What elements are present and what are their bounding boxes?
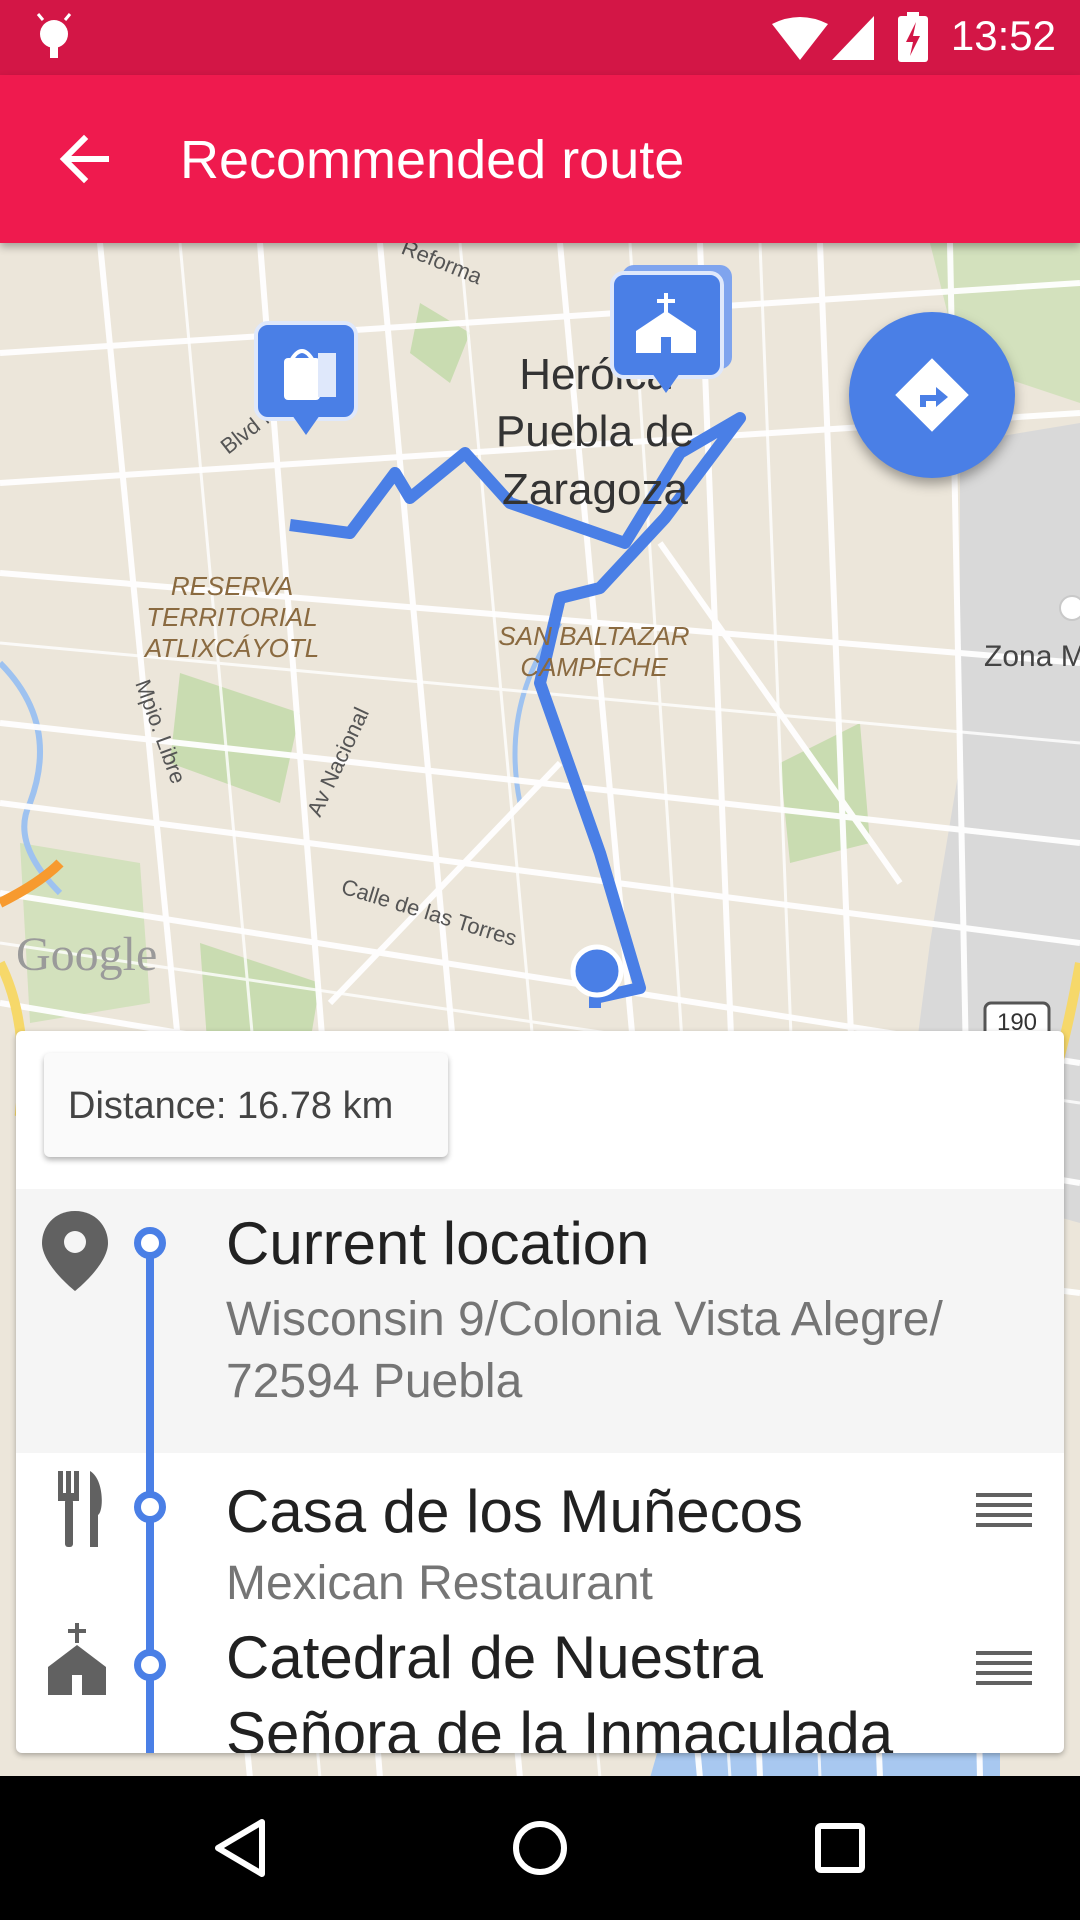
back-arrow-icon[interactable] — [56, 131, 112, 187]
stop-name: Current location — [226, 1210, 650, 1277]
route-stop[interactable]: Casa de los Muñecos Mexican Restaurant — [16, 1453, 1064, 1623]
route-timeline — [146, 1453, 154, 1623]
map-label-city: Zaragoza — [502, 465, 688, 514]
stop-address-line: 72594 Puebla — [226, 1355, 523, 1408]
android-notification-icon — [36, 13, 72, 58]
route-timeline — [146, 1623, 154, 1753]
route-dot — [134, 1491, 166, 1523]
directions-icon — [895, 358, 969, 432]
map-label-area: ATLIXCÁYOTL — [143, 633, 319, 663]
google-logo: Google — [16, 928, 157, 981]
stop-name: Catedral de Nuestra — [226, 1624, 763, 1691]
wifi-icon — [772, 17, 828, 60]
recents-nav-icon[interactable] — [810, 1818, 870, 1878]
stop-address-line: Wisconsin 9/Colonia Vista Alegre/ — [226, 1293, 943, 1346]
map-label-area: TERRITORIAL — [146, 602, 317, 632]
status-bar: 13:52 — [0, 0, 1080, 75]
home-nav-icon[interactable] — [510, 1818, 570, 1878]
route-timeline — [146, 1243, 154, 1453]
location-pin-icon — [42, 1211, 108, 1291]
map-label-city: Puebla de — [496, 407, 694, 456]
page-title: Recommended route — [180, 130, 685, 190]
map-label-zona: Zona M — [984, 640, 1080, 673]
church-marker-icon[interactable] — [610, 265, 732, 393]
map-label-street: Reforma — [398, 243, 486, 290]
restaurant-icon — [58, 1471, 102, 1547]
stop-name: Casa de los Muñecos — [226, 1478, 803, 1545]
clock: 13:52 — [950, 12, 1056, 59]
distance-chip: Distance: 16.78 km — [44, 1053, 448, 1157]
back-nav-icon[interactable] — [210, 1818, 270, 1878]
route-dot — [134, 1227, 166, 1259]
drag-handle-icon[interactable] — [976, 1651, 1032, 1691]
map-label-street: Calle de las Torres — [339, 874, 520, 951]
navigation-bar — [0, 1776, 1080, 1920]
church-icon — [48, 1623, 106, 1695]
stop-address: Wisconsin 9/Colonia Vista Alegre/ 72594 … — [226, 1289, 943, 1413]
route-card: Distance: 16.78 km Current location Wisc… — [16, 1031, 1064, 1753]
stop-name-line2: Señora de la Inmaculada — [226, 1700, 894, 1753]
stop-category: Mexican Restaurant — [226, 1557, 653, 1610]
app-bar: Recommended route — [0, 75, 1080, 243]
shopping-marker-icon[interactable] — [254, 321, 358, 435]
directions-button[interactable] — [849, 312, 1015, 478]
route-dot — [134, 1649, 166, 1681]
map-label-area: CAMPECHE — [520, 652, 668, 682]
battery-charging-icon — [898, 12, 928, 62]
route-stop[interactable]: Catedral de Nuestra Señora de la Inmacul… — [16, 1623, 1064, 1753]
map-label-area: RESERVA — [171, 571, 293, 601]
map-label-area: SAN BALTAZAR — [498, 621, 689, 651]
distance-label: Distance: 16.78 km — [68, 1085, 394, 1127]
route-stop-current[interactable]: Current location Wisconsin 9/Colonia Vis… — [16, 1189, 1064, 1453]
signal-icon — [832, 16, 874, 60]
drag-handle-icon[interactable] — [976, 1493, 1032, 1533]
